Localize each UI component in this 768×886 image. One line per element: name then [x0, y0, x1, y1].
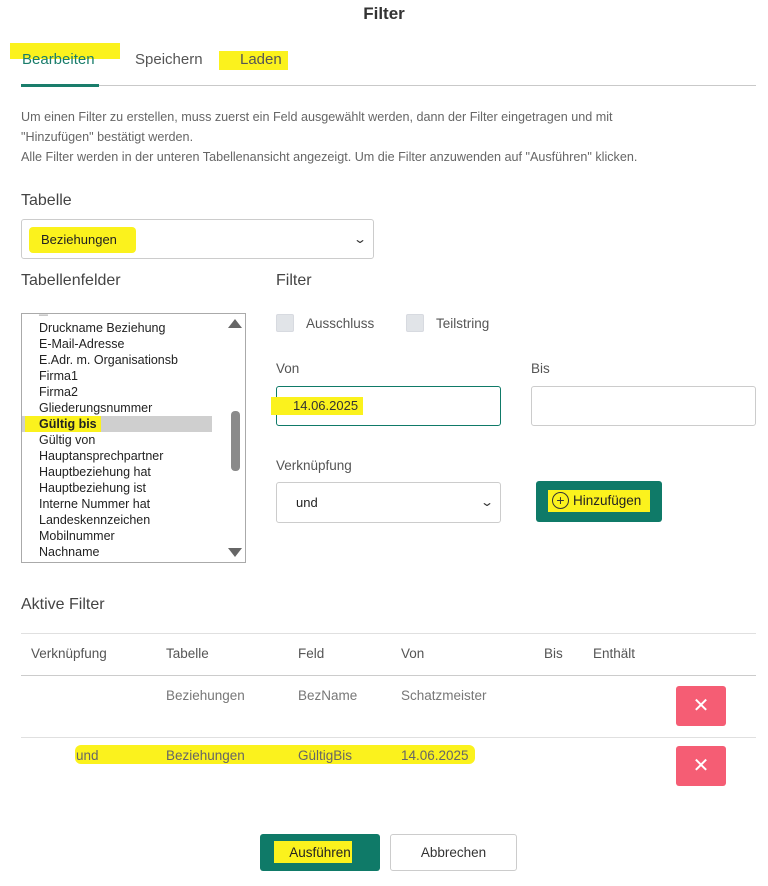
- add-filter-button[interactable]: + Hinzufügen: [536, 481, 662, 522]
- scrollbar-thumb[interactable]: [231, 411, 240, 471]
- exclusion-label: Ausschluss: [306, 316, 375, 331]
- delete-filter-button[interactable]: ✕: [676, 686, 726, 726]
- link-select-value: und: [296, 495, 318, 510]
- add-filter-label: Hinzufügen: [573, 493, 642, 508]
- scrollbar[interactable]: [227, 314, 245, 562]
- chevron-down-icon: ⌄: [479, 495, 495, 509]
- column-header: Tabelle: [166, 646, 209, 661]
- close-icon: ✕: [692, 695, 710, 717]
- run-label: Ausführen: [289, 845, 351, 860]
- list-item[interactable]: E.Adr. m. Organisationsb: [39, 352, 178, 368]
- fields-section-label: Tabellenfelder: [21, 272, 121, 289]
- tabs-divider: [21, 85, 756, 86]
- divider: [21, 737, 756, 738]
- column-header: Feld: [298, 646, 325, 661]
- table-select[interactable]: Beziehungen ⌄: [21, 219, 374, 259]
- cell-table: Beziehungen: [166, 748, 245, 763]
- from-input[interactable]: 14.06.2025: [271, 386, 501, 426]
- from-label: Von: [276, 361, 300, 376]
- list-item[interactable]: Druckname Beziehung: [39, 320, 165, 336]
- dialog-title: Filter: [363, 4, 405, 23]
- list-item[interactable]: Interne Nummer hat: [39, 496, 150, 512]
- list-item[interactable]: Gliederungsnummer: [39, 400, 152, 416]
- list-item[interactable]: Hauptbeziehung hat: [39, 464, 151, 480]
- description: Um einen Filter zu erstellen, muss zuers…: [21, 107, 761, 167]
- delete-filter-button[interactable]: ✕: [676, 746, 726, 786]
- column-header: Bis: [544, 646, 563, 661]
- list-item[interactable]: Hauptansprechpartner: [39, 448, 163, 464]
- list-item[interactable]: Landeskennzeichen: [39, 512, 150, 528]
- close-icon: ✕: [692, 755, 710, 777]
- fields-listbox[interactable]: ─ Druckname Beziehung E-Mail-Adresse E.A…: [21, 313, 246, 563]
- list-item[interactable]: Gültig von: [39, 432, 95, 448]
- scroll-down-icon[interactable]: [228, 548, 242, 557]
- substring-checkbox[interactable]: [406, 314, 424, 332]
- cell-link: und: [76, 748, 99, 763]
- tab-speichern[interactable]: Speichern: [134, 51, 204, 68]
- list-item-selected[interactable]: Gültig bis: [39, 416, 97, 432]
- table-select-value: Beziehungen: [41, 232, 117, 247]
- cell-table: Beziehungen: [166, 688, 245, 703]
- active-tab-indicator: [21, 84, 99, 87]
- description-line: Alle Filter werden in der unteren Tabell…: [21, 150, 638, 164]
- description-line: Um einen Filter zu erstellen, muss zuers…: [21, 110, 613, 124]
- tab-laden[interactable]: Laden: [219, 51, 288, 70]
- description-line: "Hinzufügen" bestätigt werden.: [21, 130, 194, 144]
- run-button[interactable]: Ausführen: [260, 834, 380, 871]
- column-header: Enthält: [593, 646, 636, 661]
- to-input[interactable]: [531, 386, 756, 426]
- list-item[interactable]: Hauptbeziehung ist: [39, 480, 146, 496]
- link-label: Verknüpfung: [276, 458, 352, 473]
- divider: [21, 633, 756, 634]
- divider: [21, 675, 756, 676]
- active-filters-label: Aktive Filter: [21, 596, 105, 613]
- scroll-up-icon[interactable]: [228, 319, 242, 328]
- exclusion-checkbox[interactable]: [276, 314, 294, 332]
- filter-section-label: Filter: [276, 272, 312, 289]
- link-select[interactable]: und ⌄: [276, 482, 501, 523]
- from-input-value: 14.06.2025: [293, 398, 359, 413]
- table-section-label: Tabelle: [21, 192, 72, 209]
- cancel-button[interactable]: Abbrechen: [390, 834, 517, 871]
- to-label: Bis: [531, 361, 550, 376]
- cell-from: Schatzmeister: [401, 688, 487, 703]
- substring-label: Teilstring: [436, 316, 490, 331]
- tab-bearbeiten[interactable]: Bearbeiten: [21, 51, 96, 68]
- list-item[interactable]: E-Mail-Adresse: [39, 336, 124, 352]
- column-header: Verknüpfung: [31, 646, 107, 661]
- list-item[interactable]: Firma1: [39, 368, 78, 384]
- cell-from: 14.06.2025: [401, 748, 469, 763]
- list-item[interactable]: Mobilnummer: [39, 528, 115, 544]
- list-item[interactable]: Nachname: [39, 544, 99, 560]
- column-header: Von: [401, 646, 425, 661]
- list-item[interactable]: Firma2: [39, 384, 78, 400]
- plus-circle-icon: +: [552, 492, 569, 509]
- chevron-down-icon: ⌄: [352, 232, 368, 246]
- cell-field: BezName: [298, 688, 358, 703]
- cell-field: GültigBis: [298, 748, 353, 763]
